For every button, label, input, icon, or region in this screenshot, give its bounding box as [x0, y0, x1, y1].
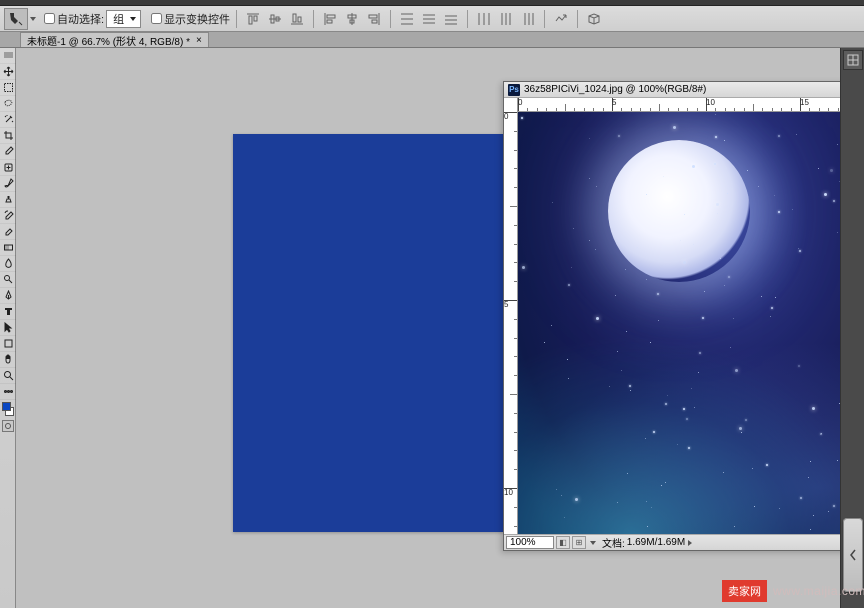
align-right-edges-button[interactable] [364, 10, 384, 28]
magic-wand-tool[interactable] [0, 112, 16, 128]
floating-document-window[interactable]: Ps 36z58PICiVi_1024.jpg @ 100%(RGB/8#) 0… [503, 81, 864, 551]
document-canvas[interactable] [233, 134, 504, 532]
status-arrange-icon[interactable]: ⊞ [572, 536, 586, 549]
watermark-badge: 卖家网 [722, 580, 767, 602]
zoom-tool[interactable] [0, 368, 16, 384]
photoshop-app-icon: Ps [508, 84, 520, 96]
moon [608, 140, 750, 282]
separator [467, 10, 468, 28]
document-tabs: 未标题-1 @ 66.7% (形状 4, RGB/8) * × [0, 32, 864, 48]
show-transform-checkbox[interactable]: 显示变换控件 [151, 11, 230, 27]
gradient-tool[interactable] [0, 240, 16, 256]
vertical-ruler[interactable]: 0510 [504, 98, 518, 534]
brush-tool[interactable] [0, 176, 16, 192]
eraser-tool[interactable] [0, 224, 16, 240]
healing-brush-tool[interactable] [0, 160, 16, 176]
path-selection-tool[interactable] [0, 320, 16, 336]
separator [236, 10, 237, 28]
auto-select-mode-combo[interactable]: 组 [106, 10, 141, 28]
right-panel-dock [840, 48, 864, 608]
align-top-edges-button[interactable] [243, 10, 263, 28]
dodge-tool[interactable] [0, 272, 16, 288]
auto-select-label: 自动选择: [57, 11, 104, 27]
align-horizontal-centers-button[interactable] [342, 10, 362, 28]
chevron-down-icon[interactable] [590, 541, 596, 545]
distribute-vcenter-button[interactable] [419, 10, 439, 28]
distribute-hcenter-button[interactable] [496, 10, 516, 28]
distribute-top-button[interactable] [397, 10, 417, 28]
window-title: 36z58PICiVi_1024.jpg @ 100%(RGB/8#) [524, 84, 706, 95]
status-bar: 100% ◧ ⊞ 文档: 1.69M/1.69M ◢ [504, 534, 864, 550]
window-titlebar[interactable]: Ps 36z58PICiVi_1024.jpg @ 100%(RGB/8#) [504, 82, 864, 98]
align-left-edges-button[interactable] [320, 10, 340, 28]
auto-align-layers-button[interactable] [551, 10, 571, 28]
chevron-down-icon [130, 17, 136, 21]
separator [577, 10, 578, 28]
zoom-level-input[interactable]: 100% [506, 536, 554, 549]
tool-preset-picker[interactable] [4, 8, 28, 30]
separator [313, 10, 314, 28]
distribute-bottom-button[interactable] [441, 10, 461, 28]
toolbox [0, 48, 16, 608]
crop-tool[interactable] [0, 128, 16, 144]
hand-tool[interactable] [0, 352, 16, 368]
separator [390, 10, 391, 28]
quick-mask-toggle[interactable] [2, 420, 14, 432]
doc-info-value: 1.69M/1.69M [627, 537, 685, 548]
image-canvas[interactable] [518, 112, 864, 534]
chevron-right-icon[interactable] [688, 540, 692, 546]
auto-select-checkbox[interactable]: 自动选择: [44, 11, 104, 27]
watermark: 卖家网 www.maijia.com [722, 580, 864, 602]
color-swatches[interactable] [2, 402, 14, 416]
toolbox-more[interactable] [0, 384, 16, 400]
align-bottom-edges-button[interactable] [287, 10, 307, 28]
nebula [518, 302, 864, 534]
move-tool[interactable] [0, 64, 16, 80]
rectangle-tool[interactable] [0, 336, 16, 352]
tab-title: 未标题-1 @ 66.7% (形状 4, RGB/8) * [27, 33, 190, 48]
combo-value: 组 [113, 11, 124, 27]
clone-stamp-tool[interactable] [0, 192, 16, 208]
distribute-left-button[interactable] [474, 10, 494, 28]
watermark-url: www.maijia.com [773, 584, 864, 598]
type-tool[interactable] [0, 304, 16, 320]
lasso-tool[interactable] [0, 96, 16, 112]
options-bar: 自动选择: 组 显示变换控件 [0, 6, 864, 32]
3d-mode-button[interactable] [584, 10, 604, 28]
status-expand-icon[interactable]: ◧ [556, 536, 570, 549]
horizontal-ruler[interactable]: 051015 [518, 98, 864, 112]
blur-tool[interactable] [0, 256, 16, 272]
document-tab[interactable]: 未标题-1 @ 66.7% (形状 4, RGB/8) * × [20, 32, 209, 47]
eyedropper-tool[interactable] [0, 144, 16, 160]
pen-tool[interactable] [0, 288, 16, 304]
color-panel-icon[interactable] [843, 50, 863, 70]
doc-info-label: 文档: [602, 535, 625, 550]
close-icon[interactable]: × [196, 35, 202, 46]
align-vertical-centers-button[interactable] [265, 10, 285, 28]
show-transform-label: 显示变换控件 [164, 11, 230, 27]
canvas-area[interactable]: Ps 36z58PICiVi_1024.jpg @ 100%(RGB/8#) 0… [16, 48, 840, 608]
separator [544, 10, 545, 28]
history-brush-tool[interactable] [0, 208, 16, 224]
distribute-right-button[interactable] [518, 10, 538, 28]
toolbox-handle[interactable] [0, 48, 16, 64]
foreground-color-swatch[interactable] [2, 402, 11, 411]
tool-preset-dropdown-icon[interactable] [30, 17, 36, 21]
workspace: Ps 36z58PICiVi_1024.jpg @ 100%(RGB/8#) 0… [0, 48, 864, 608]
marquee-tool[interactable] [0, 80, 16, 96]
